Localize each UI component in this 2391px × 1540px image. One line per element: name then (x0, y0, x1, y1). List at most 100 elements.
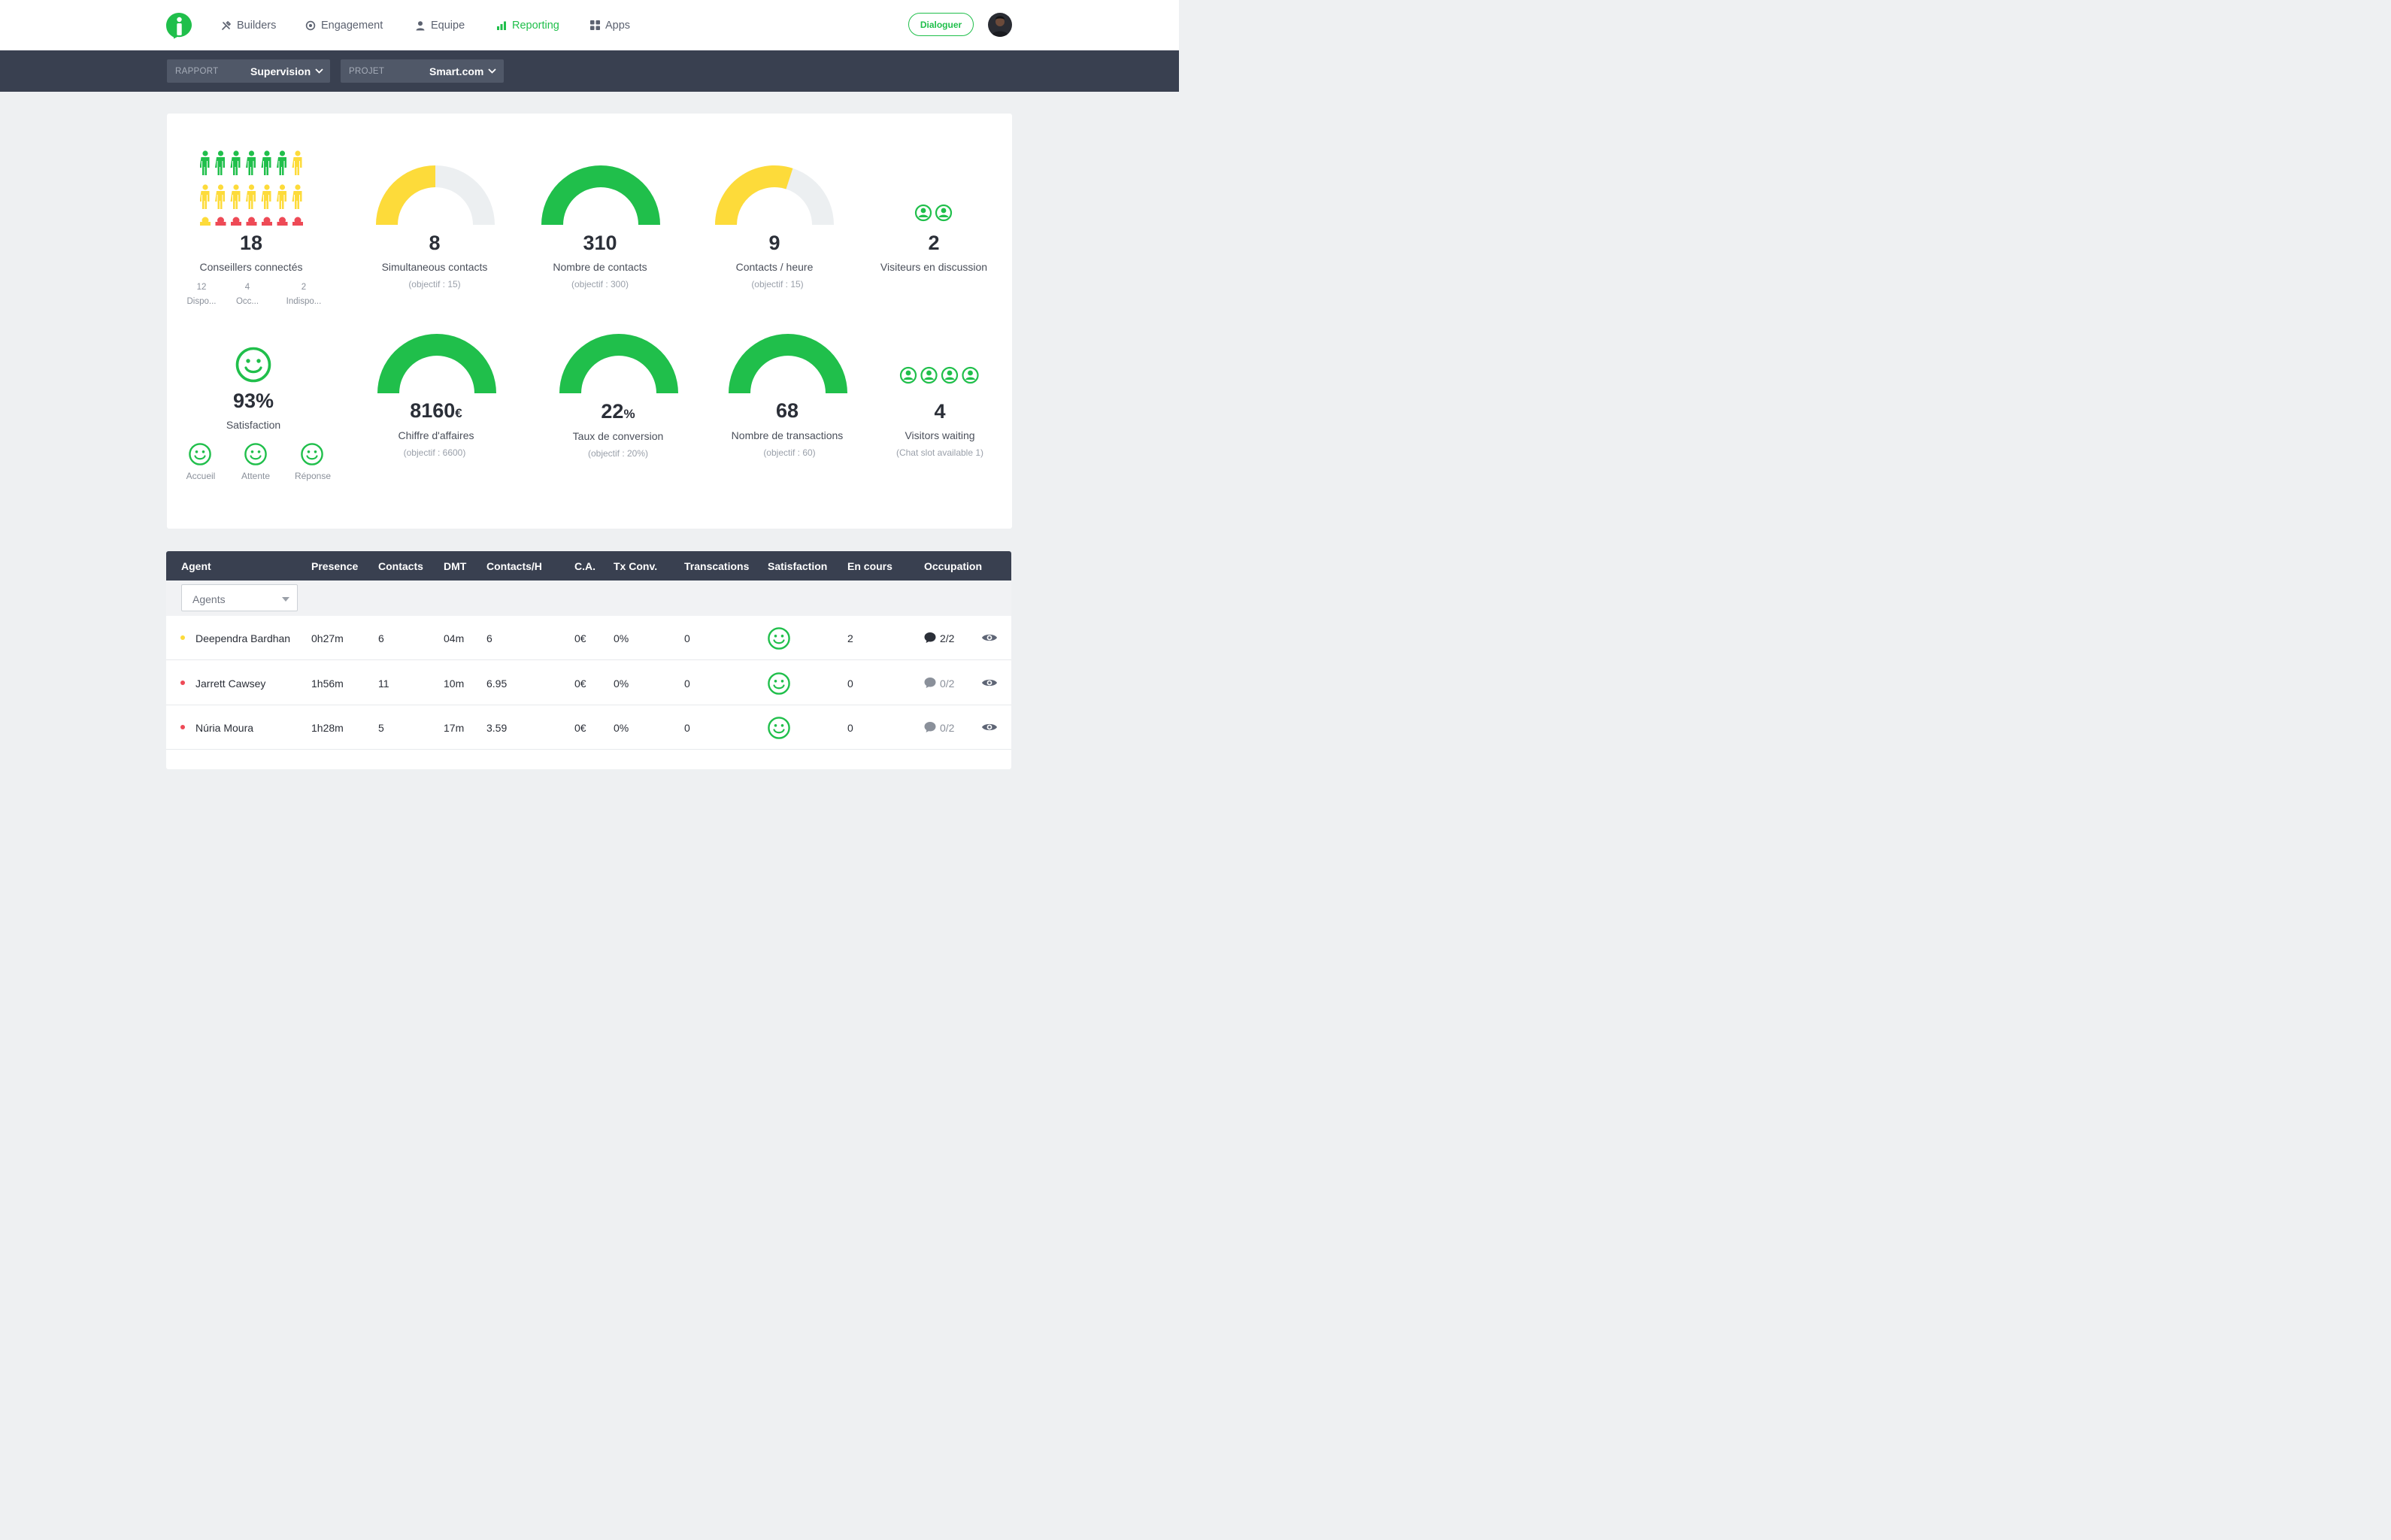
cell-en-cours: 0 (847, 722, 853, 734)
cell-contacts: 6 (378, 632, 384, 644)
revenue-value: 8160€ (383, 399, 489, 423)
visitors-waiting-value: 4 (934, 400, 946, 423)
smiley-icon (301, 443, 323, 465)
visitor-icon (914, 204, 932, 222)
agents-filter-placeholder: Agents (192, 593, 226, 605)
eye-icon[interactable] (981, 632, 998, 643)
simultaneous-label: Simultaneous contacts (381, 261, 488, 273)
revenue-label: Chiffre d'affaires (398, 429, 474, 441)
visitor-icon (962, 366, 979, 384)
status-dot (180, 681, 185, 685)
nav-builders[interactable]: Builders (221, 0, 276, 50)
col-ca[interactable]: C.A. (574, 551, 595, 581)
conversion-value: 22% (573, 400, 663, 423)
advisors-busy-count: 4 (244, 283, 250, 292)
eye-icon[interactable] (981, 722, 998, 732)
advisors-unavailable-count: 2 (301, 283, 307, 292)
agents-filter-select[interactable]: Agents (181, 584, 298, 611)
table-filter-row: Agents (166, 581, 1011, 616)
avatar[interactable] (988, 13, 1012, 37)
cell-tx: 0% (614, 722, 629, 734)
col-agent[interactable]: Agent (181, 551, 211, 581)
advisors-unavailable-label: Indispo... (286, 297, 322, 306)
table-header: Agent Presence Contacts DMT Contacts/H C… (166, 551, 1011, 581)
contacts-value: 310 (583, 232, 617, 254)
col-tx-conv[interactable]: Tx Conv. (614, 551, 657, 581)
contacts-gauge (541, 165, 660, 225)
cell-ca: 0€ (574, 678, 586, 690)
brand-logo[interactable] (165, 12, 192, 39)
projet-select[interactable]: PROJET Smart.com (341, 59, 504, 83)
person-icon (200, 150, 210, 175)
cell-contacts-h: 6.95 (486, 678, 508, 690)
cell-contacts: 11 (378, 678, 389, 690)
cell-contacts-h: 3.59 (486, 722, 508, 734)
nav-builders-label: Builders (237, 19, 277, 32)
cell-dmt: 10m (444, 678, 465, 690)
nav-equipe[interactable]: Equipe (415, 0, 465, 50)
nav-reporting[interactable]: Reporting (496, 0, 559, 50)
gauge-fill (715, 165, 793, 225)
contacts-hour-label: Contacts / heure (735, 261, 814, 273)
person-icon (215, 150, 225, 175)
contacts-label: Nombre de contacts (553, 261, 647, 273)
visitor-icon (899, 366, 917, 384)
visitor-icon (941, 366, 959, 384)
status-dot (180, 635, 185, 640)
table-row[interactable]: Núria Moura 1h28m 5 17m 3.59 0€ 0% 0 0 0/2 (166, 705, 1011, 750)
smiley-icon (189, 443, 211, 465)
caret-down-icon (282, 597, 289, 602)
transactions-gauge (729, 334, 847, 393)
projet-value: Smart.com (429, 65, 484, 77)
col-contacts[interactable]: Contacts (378, 551, 423, 581)
satisfaction-accueil-label: Accueil (186, 471, 216, 481)
chat-bubble-icon (924, 722, 936, 732)
gauge-fill (729, 334, 847, 393)
user-icon (416, 20, 425, 30)
cell-occupation: 0/2 (940, 678, 955, 690)
dialoguer-button[interactable]: Dialoguer (908, 13, 974, 36)
cell-agent: Deependra Bardhan (195, 632, 291, 644)
revenue-unit: € (455, 406, 462, 420)
person-status-base (277, 222, 288, 226)
person-icon (215, 184, 225, 209)
simultaneous-value: 8 (429, 232, 441, 254)
col-dmt[interactable]: DMT (444, 551, 466, 581)
table-row[interactable]: Jarrett Cawsey 1h56m 11 10m 6.95 0€ 0% 0 0 0/2 (166, 661, 1011, 705)
col-contacts-h[interactable]: Contacts/H (486, 551, 542, 581)
col-transactions[interactable]: Transcations (684, 551, 749, 581)
simultaneous-objective: (objectif : 15) (408, 279, 461, 290)
col-satisfaction[interactable]: Satisfaction (768, 551, 827, 581)
col-en-cours[interactable]: En cours (847, 551, 892, 581)
cell-transactions: 0 (684, 632, 690, 644)
col-presence[interactable]: Presence (311, 551, 358, 581)
conversion-objective: (objectif : 20%) (587, 448, 649, 459)
rapport-select[interactable]: RAPPORT Supervision (167, 59, 330, 83)
person-icon (261, 184, 271, 209)
person-icon (230, 150, 241, 175)
cell-contacts-h: 6 (486, 632, 492, 644)
simultaneous-gauge (376, 165, 495, 225)
cell-dmt: 04m (444, 632, 465, 644)
nav-engagement[interactable]: Engagement (305, 0, 383, 50)
person-icon (277, 150, 286, 175)
cell-transactions: 0 (684, 722, 690, 734)
person-icon (292, 150, 302, 175)
table-row[interactable]: Deependra Bardhan 0h27m 6 04m 6 0€ 0% 0 2 2/2 (166, 616, 1011, 660)
user-avatar-image (988, 13, 1012, 37)
person-status-base (246, 222, 257, 226)
contacts-hour-value: 9 (768, 232, 780, 254)
visitors-discussion-label: Visiteurs en discussion (880, 261, 988, 273)
visitors-discussion-value: 2 (928, 232, 940, 254)
gauge-fill (376, 165, 435, 225)
nav-engagement-label: Engagement (321, 19, 383, 32)
nav-reporting-label: Reporting (512, 19, 559, 32)
col-occupation[interactable]: Occupation (924, 551, 982, 581)
satisfaction-attente-label: Attente (241, 471, 271, 481)
cell-occupation: 0/2 (940, 722, 955, 734)
nav-apps[interactable]: Apps (590, 0, 630, 50)
eye-icon[interactable] (981, 678, 998, 688)
conversion-unit: % (623, 407, 635, 421)
cell-en-cours: 2 (847, 632, 853, 644)
chat-bubble-icon (924, 678, 936, 688)
